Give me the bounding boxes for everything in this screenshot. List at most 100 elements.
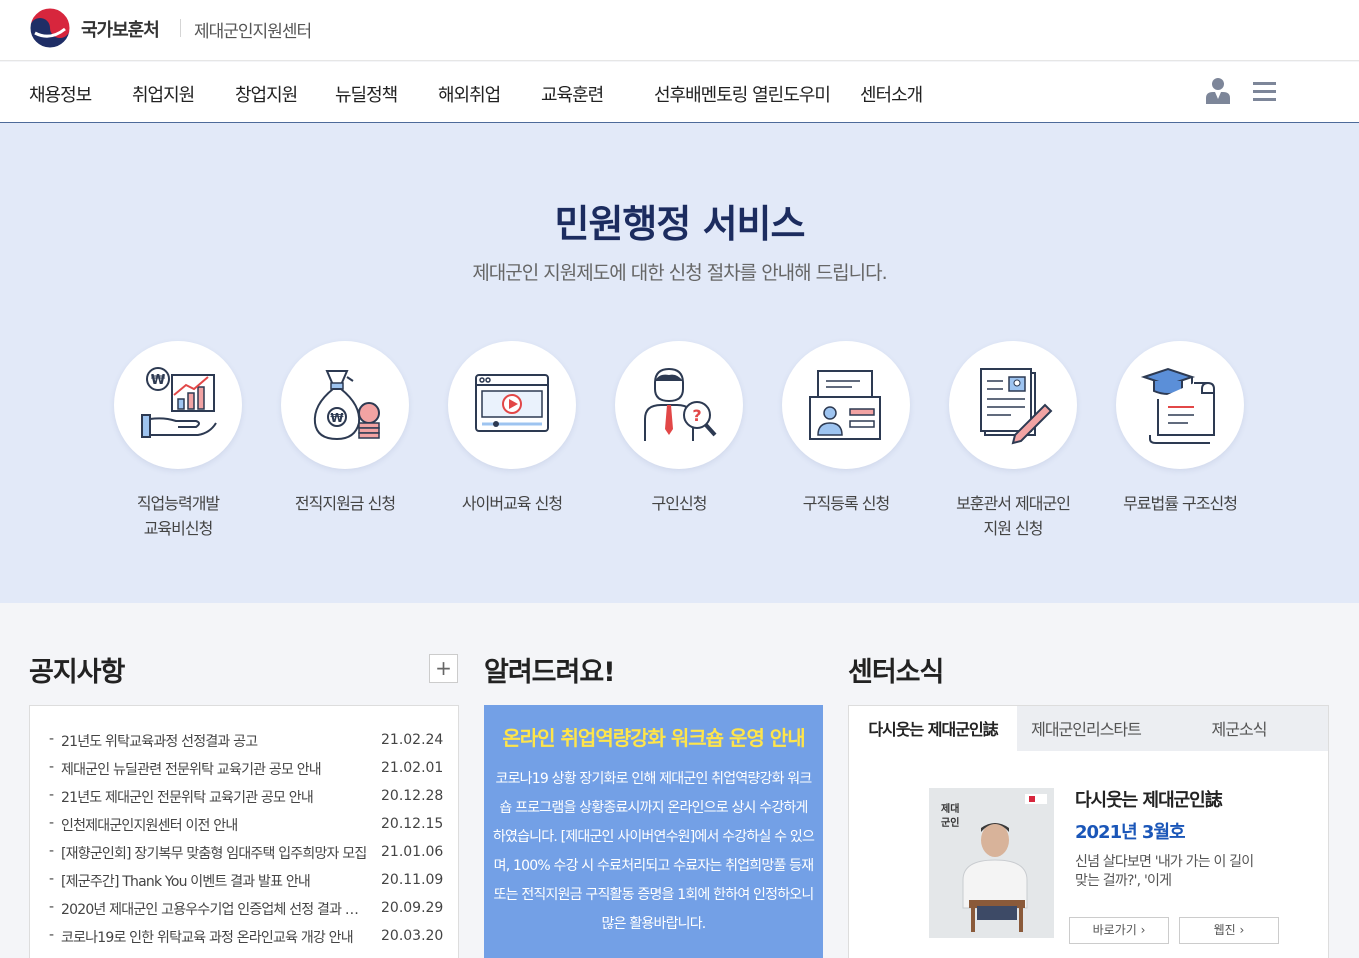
notice-item-title[interactable]: 2020년 제대군인 고용우수기업 인증업체 선정 결과 안내 [61, 899, 368, 919]
list-bullet: - [49, 815, 55, 831]
video-player-icon [475, 374, 549, 432]
tab-center-news[interactable]: 제군소식 [1179, 706, 1299, 751]
news-panel: 다시웃는 제대군인誌 제대군인리스타트 제군소식 제대 군인 다시웃는 제대군인… [848, 705, 1329, 958]
list-bullet: - [49, 927, 55, 943]
civil-service-section: 민원행정 서비스 제대군인 지원제도에 대한 신청 절차를 안내해 드립니다. … [0, 123, 1359, 603]
notice-item-date: 20.11.09 [381, 872, 444, 888]
service-icon-circle [782, 341, 910, 469]
notice-item[interactable]: - [제군주간] Thank You 이벤트 결과 발표 안내 20.11.09 [30, 869, 458, 897]
notice-item-title[interactable]: [재향군인회] 장기복무 맞춤형 임대주택 입주희망자 모집 [61, 843, 368, 863]
magazine-description: 신념 살다보면 '내가 가는 이 길이 맞는 걸까?', '이게 [1075, 854, 1254, 889]
service-label: 구인신청 [651, 494, 708, 513]
taegeuk-logo-icon[interactable] [29, 7, 71, 49]
service-icon-circle [949, 341, 1077, 469]
notice-item-date: 20.12.28 [381, 788, 444, 804]
nav-item-about[interactable]: 센터소개 [860, 81, 923, 107]
notice-more-button[interactable]: + [429, 654, 458, 683]
service-label: 전직지원금 신청 [294, 494, 396, 513]
service-icon-circle: ₩ [281, 341, 409, 469]
notice-list: -21년도 위탁교육과정 선정결과 공고 21.02.24 - 제대군인 뉴딜관련 … [29, 705, 459, 958]
notice-item-date: 20.03.20 [381, 928, 444, 944]
notice-item[interactable]: -21년도 제대군인 전문위탁 교육기관 공모 안내 20.12.28 [30, 785, 458, 813]
notice-item[interactable]: -2020년 제대군인 고용우수기업 인증업체 선정 결과 안내 20.09.29 [30, 897, 458, 925]
nav-item-overseas-jobs[interactable]: 해외취업 [438, 81, 501, 107]
sub-brand-name[interactable]: 제대군인지원센터 [194, 17, 312, 42]
service-icon-circle: ? [615, 341, 743, 469]
notice-title: 공지사항 [29, 657, 125, 688]
nav-item-new-deal[interactable]: 뉴딜정책 [335, 81, 398, 107]
brand-name[interactable]: 국가보훈처 [81, 16, 160, 42]
magazine-cover-image[interactable]: 제대 군인 [929, 788, 1054, 938]
service-veterans-office-support[interactable]: 보훈관서 제대군인 지원 신청 [928, 341, 1098, 541]
notice-item-title[interactable]: [제군주간] Thank You 이벤트 결과 발표 안내 [61, 871, 368, 891]
list-bullet: - [49, 759, 55, 775]
notice-item-date: 21.02.24 [381, 732, 444, 748]
list-bullet: - [49, 731, 55, 747]
notice-item-date: 21.01.06 [381, 844, 444, 860]
nav-item-employment-support[interactable]: 취업지원 [132, 81, 195, 107]
notice-item[interactable]: - 코로나19로 인한 위탁교육 과정 온라인교육 개강 안내 20.03.20 [30, 925, 458, 953]
notice-item-title[interactable]: 21년도 제대군인 전문위탁 교육기관 공모 안내 [61, 787, 368, 807]
svg-text:?: ? [692, 406, 701, 425]
id-card-icon [809, 370, 881, 440]
service-training-cost[interactable]: ₩ 직업능력개발 교육비신청 [93, 341, 263, 541]
nav-item-startup-support[interactable]: 창업지원 [235, 81, 298, 107]
list-bullet: - [49, 843, 55, 859]
alert-title: 알려드려요! [484, 657, 616, 688]
goto-button[interactable]: 바로가기 › [1069, 917, 1169, 944]
nav-item-mentoring[interactable]: 선후배멘토링 열린도우미 [654, 81, 831, 107]
svg-text:제대: 제대 [941, 802, 959, 815]
svg-text:₩: ₩ [330, 411, 344, 425]
tab-restart[interactable]: 제대군인리스타트 [1017, 706, 1155, 751]
nav-item-jobs[interactable]: 채용정보 [29, 81, 92, 107]
service-icon-circle [1116, 341, 1244, 469]
list-bullet: - [49, 899, 55, 915]
top-bar: 국가보훈처 제대군인지원센터 [0, 0, 1359, 61]
notice-item[interactable]: - 인천제대군인지원센터 이전 안내 20.12.15 [30, 813, 458, 841]
notice-item[interactable]: -21년도 위탁교육과정 선정결과 공고 21.02.24 [30, 729, 458, 757]
hand-growth-icon: ₩ [141, 367, 217, 438]
service-label: 보훈관서 제대군인 지원 신청 [956, 494, 1071, 538]
notice-item-date: 21.02.01 [381, 760, 444, 776]
tab-magazine[interactable]: 다시웃는 제대군인誌 [849, 706, 1017, 751]
alert-banner[interactable]: 온라인 취업역량강화 워크숍 운영 안내 코로나19 상황 장기화로 인해 제대… [484, 705, 823, 958]
news-tab-bar: 다시웃는 제대군인誌 제대군인리스타트 제군소식 [849, 706, 1328, 751]
service-label: 무료법률 구조신청 [1123, 494, 1238, 513]
notice-item-title[interactable]: 인천제대군인지원센터 이전 안내 [61, 815, 368, 835]
nav-item-education[interactable]: 교육훈련 [541, 81, 604, 107]
alert-body-text: 코로나19 상황 장기화로 인해 제대군인 취업역량강화 워크숍 프로그램을 상… [492, 771, 815, 932]
service-free-legal-aid[interactable]: 무료법률 구조신청 [1095, 341, 1265, 516]
news-title: 센터소식 [848, 657, 944, 688]
hamburger-menu-icon[interactable] [1253, 82, 1276, 101]
service-job-seeker-registration[interactable]: 구직등록 신청 [761, 341, 931, 516]
recruiter-search-icon: ? [644, 367, 717, 441]
section-title: 민원행정 서비스 [554, 202, 806, 246]
service-icon-circle [448, 341, 576, 469]
webzine-button[interactable]: 웹진 › [1179, 917, 1279, 944]
magazine-cover-illustration: 제대 군인 [929, 788, 1054, 938]
service-cyber-education[interactable]: 사이버교육 신청 [427, 341, 597, 516]
notice-item-title[interactable]: 21년도 위탁교육과정 선정결과 공고 [61, 731, 368, 751]
notice-item-date: 20.12.15 [381, 816, 444, 832]
svg-text:₩: ₩ [151, 373, 166, 388]
svg-text:군인: 군인 [941, 816, 959, 829]
service-label: 사이버교육 신청 [461, 494, 563, 513]
magazine-title[interactable]: 다시웃는 제대군인誌 [1075, 786, 1223, 812]
service-label: 직업능력개발 교육비신청 [136, 494, 220, 538]
graduation-scroll-icon [1140, 367, 1215, 444]
notice-item[interactable]: - 제대군인 뉴딜관련 전문위탁 교육기관 공모 안내 21.02.01 [30, 757, 458, 785]
notice-item-title[interactable]: 제대군인 뉴딜관련 전문위탁 교육기관 공모 안내 [61, 759, 368, 779]
user-icon[interactable] [1205, 77, 1231, 105]
service-transition-subsidy[interactable]: ₩ 전직지원금 신청 [260, 341, 430, 516]
magazine-issue[interactable]: 2021년 3월호 [1075, 818, 1186, 844]
notice-item[interactable]: - [재향군인회] 장기복무 맞춤형 임대주택 입주희망자 모집 21.01.06 [30, 841, 458, 869]
document-pen-icon [980, 368, 1053, 445]
service-recruitment[interactable]: ? 구인신청 [594, 341, 764, 516]
brand-divider [180, 19, 181, 37]
service-icon-circle: ₩ [114, 341, 242, 469]
main-navigation: 채용정보 취업지원 창업지원 뉴딜정책 해외취업 교육훈련 선후배멘토링 열린도… [0, 62, 1359, 123]
money-bag-icon: ₩ [313, 370, 380, 441]
list-bullet: - [49, 871, 55, 887]
list-bullet: - [49, 787, 55, 803]
notice-item-title[interactable]: 코로나19로 인한 위탁교육 과정 온라인교육 개강 안내 [61, 927, 368, 947]
